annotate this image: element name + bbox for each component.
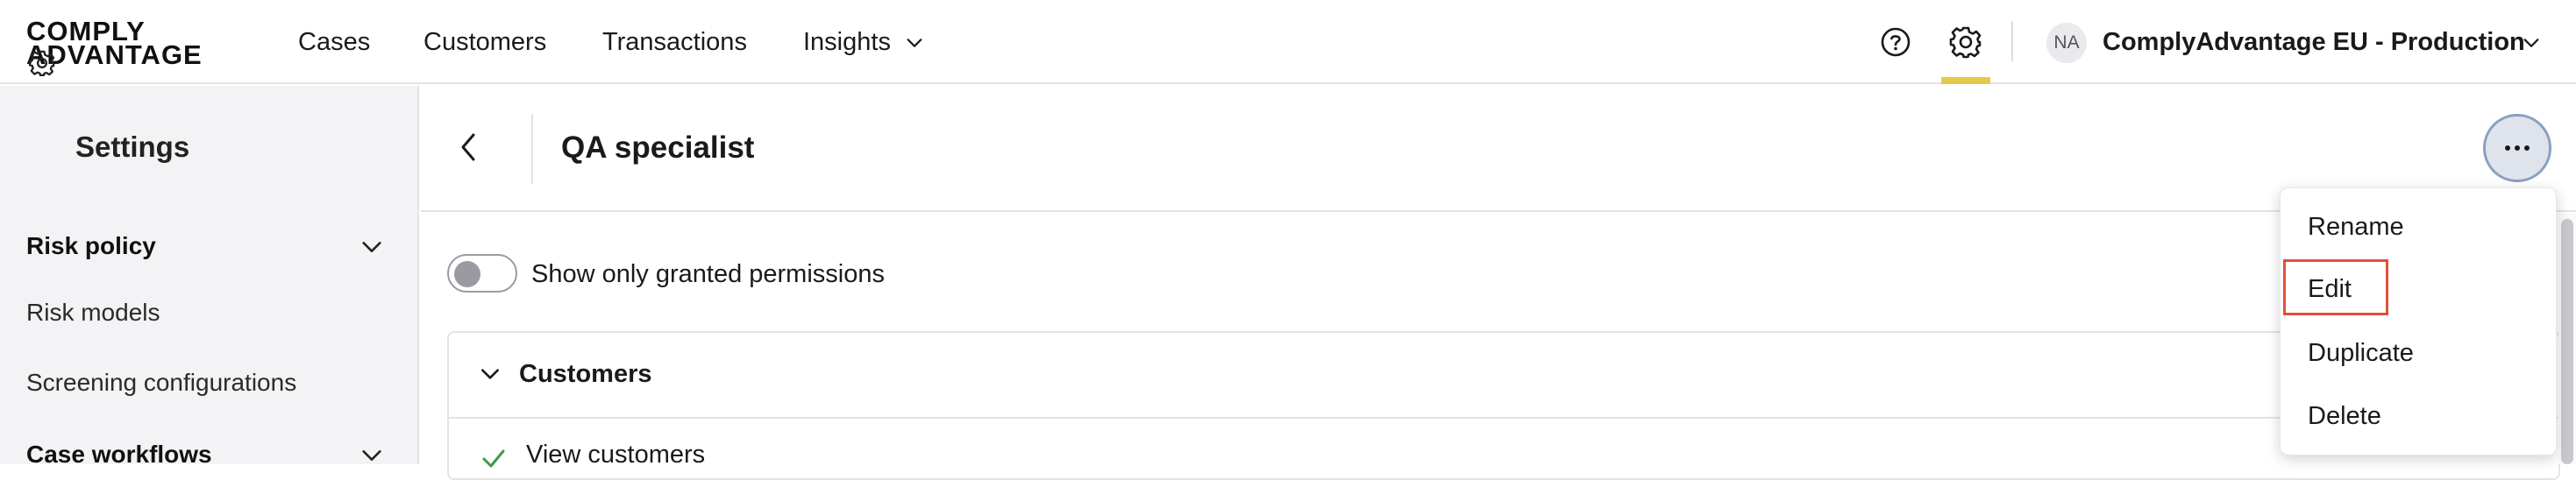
- permissions-card: [447, 331, 2560, 480]
- back-arrow-icon[interactable]: [454, 130, 484, 165]
- toggle-label: Show only granted permissions: [531, 260, 885, 288]
- scrollbar-thumb[interactable]: [2561, 219, 2573, 464]
- more-actions-button[interactable]: [2483, 114, 2551, 182]
- risk-policy-chevron-down-icon[interactable]: [359, 235, 384, 259]
- menu-item-edit[interactable]: Edit: [2308, 274, 2352, 304]
- help-circle-icon[interactable]: [1876, 23, 1915, 61]
- menu-item-duplicate[interactable]: Duplicate: [2308, 338, 2414, 368]
- menu-item-rename[interactable]: Rename: [2308, 212, 2404, 242]
- card-header-divider: [449, 417, 2558, 419]
- granted-permissions-toggle[interactable]: [447, 254, 517, 293]
- organization-switcher[interactable]: ComplyAdvantage EU - Production: [2103, 26, 2525, 58]
- gear-icon[interactable]: [1946, 23, 1985, 61]
- toggle-knob: [454, 261, 480, 287]
- insights-chevron-down-icon[interactable]: [905, 33, 924, 53]
- header-divider: [531, 114, 533, 184]
- sidebar-title: Settings: [75, 131, 190, 163]
- permission-item: View customers: [526, 441, 706, 469]
- sidebar-section-risk-policy[interactable]: Risk policy: [26, 231, 156, 261]
- org-chevron-down-icon[interactable]: [2522, 33, 2541, 53]
- nav-customers[interactable]: Customers: [423, 26, 546, 58]
- nav-insights[interactable]: Insights: [803, 26, 891, 58]
- sidebar-item-risk-models[interactable]: Risk models: [26, 298, 160, 328]
- nav-cases[interactable]: Cases: [298, 26, 370, 58]
- nav-divider: [2011, 21, 2013, 61]
- avatar[interactable]: NA: [2046, 23, 2087, 63]
- sidebar-item-screening-configurations[interactable]: Screening configurations: [26, 368, 296, 398]
- menu-item-delete[interactable]: Delete: [2308, 401, 2381, 431]
- settings-active-indicator: [1941, 77, 1990, 84]
- check-icon: [482, 449, 505, 468]
- page-title: QA specialist: [561, 131, 755, 165]
- settings-sidebar: [0, 86, 419, 464]
- customers-chevron-down-icon[interactable]: [479, 363, 502, 385]
- permission-group-title[interactable]: Customers: [519, 359, 652, 389]
- ellipsis-icon: [2505, 145, 2530, 151]
- nav-transactions[interactable]: Transactions: [602, 26, 747, 58]
- sidebar-section-case-workflows[interactable]: Case workflows: [26, 440, 212, 469]
- settings-gear-icon: [28, 50, 55, 77]
